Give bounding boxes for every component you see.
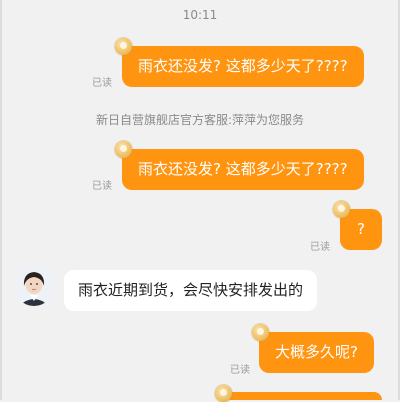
user-message-bubble[interactable]: 大概多久呢? xyxy=(259,332,374,373)
read-status: 已读 xyxy=(92,78,112,89)
agent-avatar-icon xyxy=(14,266,54,306)
vip-badge-icon xyxy=(115,141,132,158)
frame-border-left xyxy=(0,0,2,400)
vip-badge-icon xyxy=(252,324,269,341)
user-message-bubble[interactable]: 雨衣还没发? 这都多少天了???? xyxy=(122,149,364,190)
user-message-bubble-partial[interactable] xyxy=(222,392,382,400)
read-status: 已读 xyxy=(230,365,250,376)
vip-badge-icon xyxy=(215,385,232,402)
vip-badge-icon xyxy=(115,38,132,55)
system-notice: 新日自营旗舰店官方客服:萍萍为您服务 xyxy=(95,113,305,127)
agent-message-bubble[interactable]: 雨衣近期到货，会尽快安排发出的 xyxy=(64,270,318,311)
user-message-bubble[interactable]: 雨衣还没发? 这都多少天了???? xyxy=(122,46,364,87)
agent-avatar[interactable] xyxy=(14,266,54,306)
chat-timestamp: 10:11 xyxy=(182,8,218,22)
read-status: 已读 xyxy=(310,242,330,253)
read-status: 已读 xyxy=(92,181,112,192)
vip-badge-icon xyxy=(333,201,350,218)
